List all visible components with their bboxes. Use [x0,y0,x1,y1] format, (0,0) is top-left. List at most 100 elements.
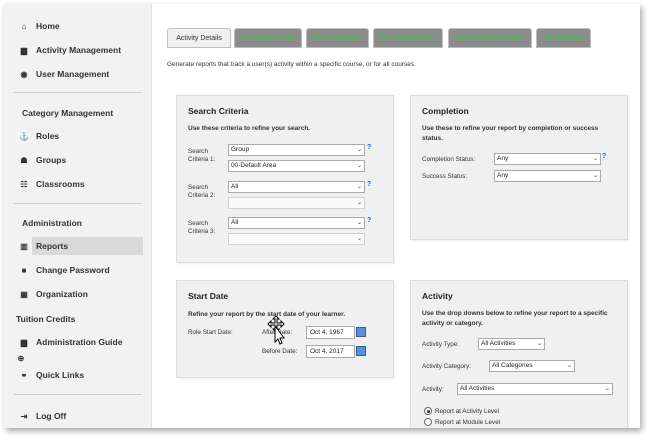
sidebar-item-roles[interactable]: ⚓ Roles [4,126,151,146]
activity-label: Activity: [422,386,444,393]
criteria-1-select[interactable]: Group ⌄ [228,144,365,156]
classrooms-icon: ☷ [20,179,28,189]
chevron-down-icon: ⌄ [356,200,362,206]
search-criteria-panel: Search Criteria Use these criteria to re… [176,95,394,263]
tab-activity-details[interactable]: Activity Details [167,28,231,48]
help-icon[interactable]: ? [602,153,606,160]
sidebar-item-log-off[interactable]: ⇥ Log Off [4,406,151,426]
sidebar-item-quick-links[interactable]: ⚭ Quick Links [4,365,151,385]
sidebar-item-activity-management[interactable]: ▆ Activity Management [4,40,151,60]
chevron-down-icon: ⌄ [356,184,362,190]
sidebar-divider [14,92,142,93]
sidebar-item-user-management[interactable]: ◉ User Management [4,64,151,84]
criteria-1-sub-select[interactable]: 00-Default Area ⌄ [228,160,365,172]
tab-learning-path-details[interactable]: Learning Path Details [448,28,532,48]
activity-type-label: Activity Type: [422,341,459,348]
building-icon: ▦ [20,289,28,299]
panel-title: Start Date [188,291,229,301]
radio-module-level[interactable]: Report at Module Level [424,418,500,426]
move-cursor-icon [267,316,285,345]
chevron-down-icon: ⌄ [356,163,362,169]
sidebar-divider [14,394,142,395]
help-icon[interactable]: ? [367,144,371,151]
criteria-1-label: Search Criteria 1: [188,148,216,163]
section-category-management: Category Management [22,108,114,118]
panel-description: Use the drop downs below to refine your … [422,310,608,327]
section-administration: Administration [22,218,82,228]
chevron-down-icon: ⌄ [356,236,362,242]
panel-title: Completion [422,106,469,116]
calendar-icon[interactable] [356,327,366,337]
criteria-2-select[interactable]: All ⌄ [228,181,365,193]
logout-icon: ⇥ [20,411,28,421]
sidebar-item-groups[interactable]: ☗ Groups [4,150,151,170]
user-circle-icon: ◉ [20,69,28,79]
sidebar-item-label: Groups [36,155,67,165]
activity-category-select[interactable]: All Categories ⌄ [489,360,575,372]
tab-by-modules[interactable]: By Modules [536,28,591,48]
sidebar-item-home[interactable]: ⌂ Home [4,16,151,36]
document-icon: ▆ [20,45,28,55]
chevron-down-icon: ⌄ [536,341,542,347]
groups-icon: ☗ [20,155,28,165]
help-icon[interactable]: ? [367,217,371,224]
sidebar-item-reports[interactable]: ▥ Reports [4,236,151,256]
criteria-3-sub-select[interactable]: ⌄ [228,233,365,245]
page-intro: Generate reports that track a user(s) ac… [167,61,416,68]
sidebar-item-label: Change Password [36,265,110,275]
sidebar-divider [14,203,142,204]
activity-select[interactable]: All Activities ⌄ [457,383,613,395]
chevron-down-icon: ⌄ [592,173,598,179]
role-start-date-label: Role Start Date: [188,329,233,336]
chevron-down-icon: ⌄ [592,156,598,162]
sidebar-item-label: Home [36,21,60,31]
success-status-label: Success Status: [422,173,468,180]
sidebar-item-label: Log Off [36,411,67,421]
bar-chart-icon: ▥ [20,241,28,251]
link-icon: ⚭ [20,370,28,380]
panel-title: Search Criteria [188,106,249,116]
criteria-2-sub-select[interactable]: ⌄ [228,197,365,209]
sidebar-item-label: Classrooms [36,179,85,189]
calendar-icon[interactable] [356,346,366,356]
sidebar: ⌂ Home ▆ Activity Management ◉ User Mana… [4,4,152,428]
chevron-down-icon: ⌄ [356,220,362,226]
tab-incomplete-data[interactable]: Incomplete Data [234,28,302,48]
sidebar-item-change-password[interactable]: ■ Change Password [4,260,151,280]
before-date-input[interactable]: Oct 4, 2017 [306,345,355,358]
help-icon[interactable]: ? [367,181,371,188]
section-tuition-credits: Tuition Credits [16,314,76,324]
book-icon: ▆ [20,337,28,347]
criteria-3-label: Search Criteria 3: [188,220,216,235]
activity-panel: Activity Use the drop downs below to ref… [410,280,628,428]
tab-by-learning-path[interactable]: By Learning Path [373,28,443,48]
sidebar-item-label: Reports [36,241,69,251]
completion-status-label: Completion Status: [422,156,476,163]
after-date-input[interactable]: Oct 4, 1967 [306,326,355,339]
completion-panel: Completion Use these to refine your repo… [410,95,628,240]
sidebar-item-label: Quick Links [36,370,85,380]
chevron-down-icon: ⌄ [604,386,610,392]
roles-icon: ⚓ [19,131,29,141]
sidebar-item-classrooms[interactable]: ☷ Classrooms [4,174,151,194]
panel-title: Activity [422,291,453,301]
criteria-3-select[interactable]: All ⌄ [228,217,365,229]
criteria-2-label: Search Criteria 2: [188,184,216,199]
sidebar-item-label: Roles [36,131,60,141]
completion-status-select[interactable]: Any ⌄ [494,153,601,165]
panel-description: Use these to refine your report by compl… [422,125,599,142]
panel-description: Use these criteria to refine your search… [188,125,311,132]
sidebar-item-organization[interactable]: ▦ Organization [4,284,151,304]
activity-type-select[interactable]: All Activities ⌄ [478,338,545,350]
plus-circle-icon: ⊕ [17,353,25,363]
tab-by-percentage[interactable]: By Percentage [306,28,369,48]
app-window: ⌂ Home ▆ Activity Management ◉ User Mana… [4,4,640,428]
sidebar-item-label: Organization [36,289,88,299]
sidebar-item-label: Activity Management [36,45,122,55]
main-content: Activity Details Incomplete Data By Perc… [157,4,640,428]
before-date-label: Before Date: [262,348,298,355]
sidebar-item-label: User Management [36,69,110,79]
home-icon: ⌂ [21,21,27,31]
radio-activity-level[interactable]: Report at Activity Level [424,407,499,415]
success-status-select[interactable]: Any ⌄ [494,170,601,182]
